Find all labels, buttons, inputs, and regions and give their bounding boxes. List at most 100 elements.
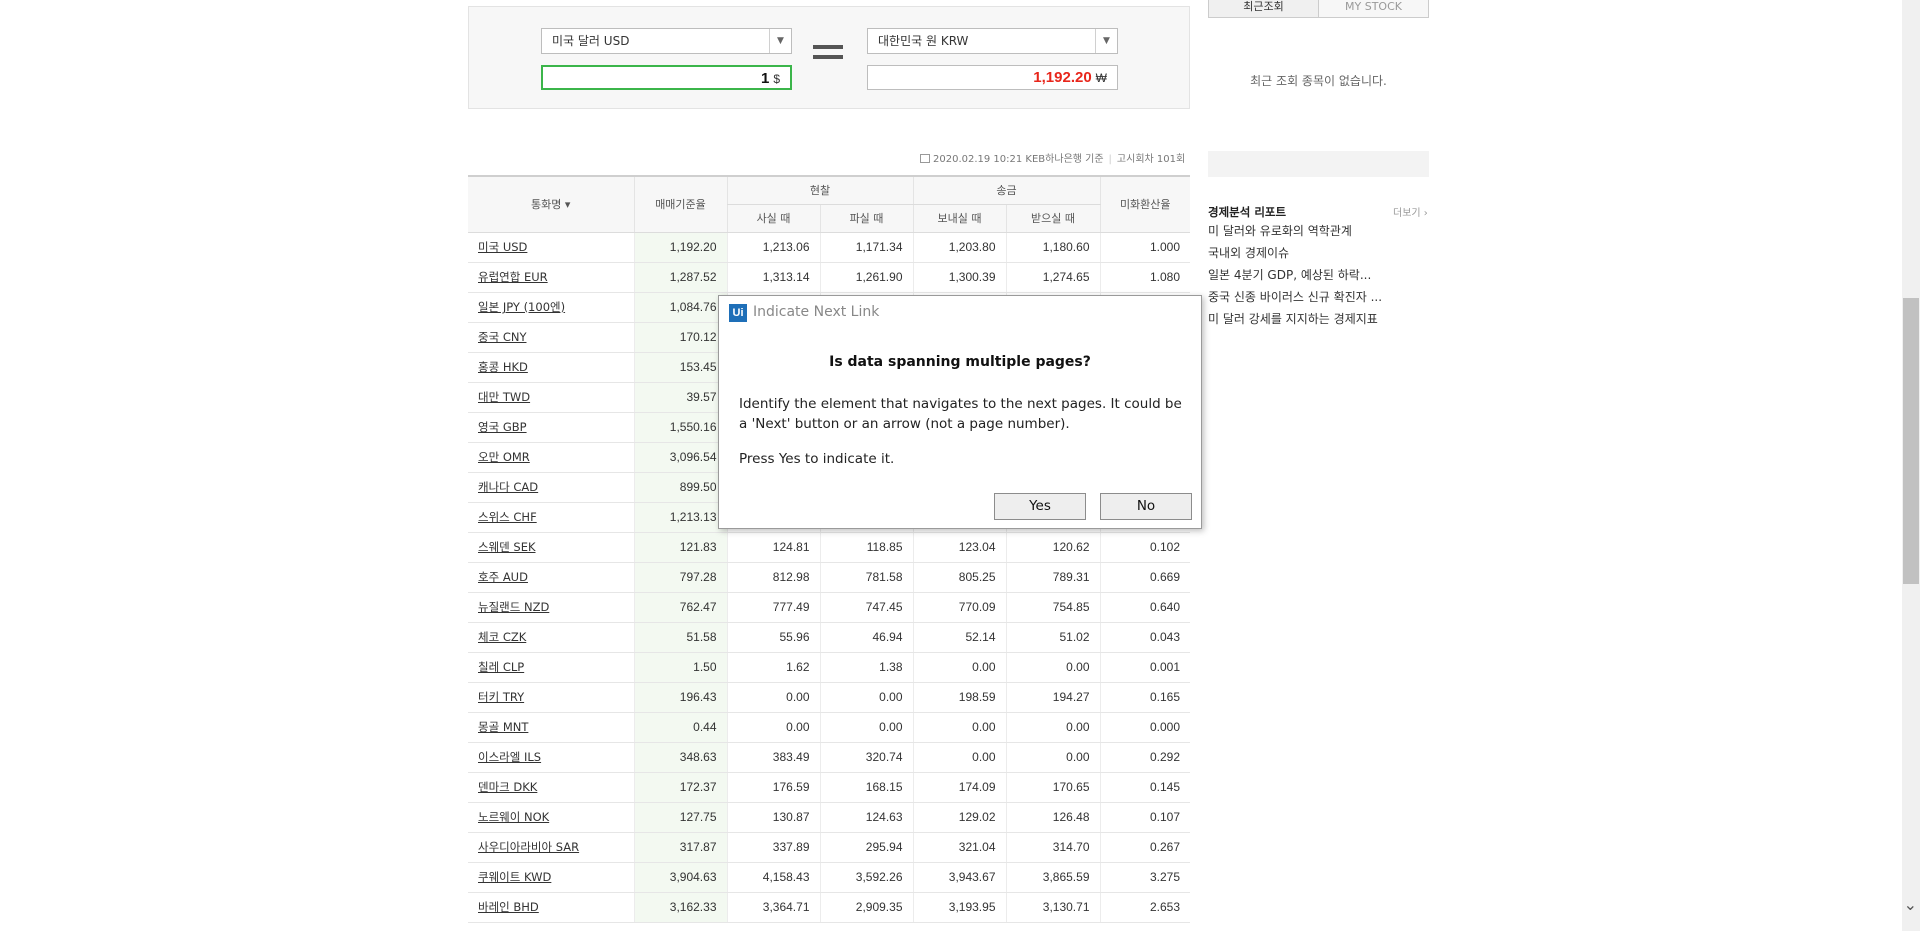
yes-button[interactable]: Yes xyxy=(994,493,1086,520)
scroll-thumb[interactable] xyxy=(1903,298,1919,584)
usd-rate-cell: 0.043 xyxy=(1099,622,1190,653)
currency-cell: 영국 GBP xyxy=(468,412,634,443)
usd-rate-cell: 0.292 xyxy=(1099,742,1190,773)
currency-name-link[interactable]: 스위스 CHF xyxy=(478,510,537,524)
currency-name-link[interactable]: 캐나다 CAD xyxy=(478,480,538,494)
send-cell: 3,943.67 xyxy=(912,862,1006,893)
cash-buy-cell: 0.00 xyxy=(726,712,820,743)
currency-name-link[interactable]: 스웨덴 SEK xyxy=(478,540,536,554)
chevron-down-icon: ▼ xyxy=(769,29,791,53)
from-currency-select[interactable]: 미국 달러 USD ▼ xyxy=(541,28,792,54)
page-scrollbar[interactable]: ⌄ xyxy=(1902,0,1920,931)
usd-rate-cell: 2.653 xyxy=(1099,892,1190,923)
from-currency-label: 미국 달러 USD xyxy=(552,34,630,48)
currency-name-link[interactable]: 사우디아라비아 SAR xyxy=(478,840,579,854)
currency-cell: 호주 AUD xyxy=(468,562,634,593)
usd-rate-cell: 0.145 xyxy=(1099,772,1190,803)
tab-recent[interactable]: 최근조회 xyxy=(1209,0,1319,17)
currency-name-link[interactable]: 일본 JPY (100엔) xyxy=(478,300,565,314)
cash-sell-cell: 168.15 xyxy=(819,772,913,803)
usd-rate-cell: 0.669 xyxy=(1099,562,1190,593)
rate-date-source: 2020.02.19 10:21 KEB하나은행 기준 xyxy=(933,154,1104,165)
currency-cell: 캐나다 CAD xyxy=(468,472,634,503)
dialog-titlebar: Ui Indicate Next Link xyxy=(719,296,1201,328)
report-item[interactable]: 미 달러와 유로화의 역학관계 xyxy=(1208,224,1382,246)
currency-name-link[interactable]: 덴마크 DKK xyxy=(478,780,537,794)
currency-name-link[interactable]: 노르웨이 NOK xyxy=(478,810,549,824)
usd-rate-cell: 0.000 xyxy=(1099,712,1190,743)
tab-my-stock[interactable]: MY STOCK xyxy=(1319,0,1428,17)
send-cell: 770.09 xyxy=(912,592,1006,623)
currency-cell: 이스라엘 ILS xyxy=(468,742,634,773)
report-item[interactable]: 일본 4분기 GDP, 예상된 하락... xyxy=(1208,268,1382,290)
receive-cell: 120.62 xyxy=(1005,532,1100,563)
equals-icon xyxy=(813,45,843,65)
receive-cell: 3,130.71 xyxy=(1005,892,1100,923)
currency-name-link[interactable]: 쿠웨이트 KWD xyxy=(478,870,551,884)
send-cell: 123.04 xyxy=(912,532,1006,563)
report-item[interactable]: 중국 신종 바이러스 신규 확진자 ... xyxy=(1208,290,1382,312)
cash-sell-header: 파실 때 xyxy=(819,203,913,233)
scroll-down-icon[interactable]: ⌄ xyxy=(1904,895,1917,914)
currency-name-link[interactable]: 오만 OMR xyxy=(478,450,530,464)
from-amount-input[interactable]: 1 $ xyxy=(541,65,792,90)
receive-cell: 0.00 xyxy=(1005,652,1100,683)
currency-name-link[interactable]: 유럽연합 EUR xyxy=(478,270,548,284)
currency-name-link[interactable]: 대만 TWD xyxy=(478,390,530,404)
table-row: 몽골 MNT 0.44 0.00 0.00 0.00 0.00 0.000 xyxy=(468,712,1190,743)
dialog-body: Identify the element that navigates to t… xyxy=(739,396,1182,432)
currency-name-link[interactable]: 영국 GBP xyxy=(478,420,527,434)
no-button[interactable]: No xyxy=(1100,493,1192,520)
currency-header[interactable]: 통화명 ▾ xyxy=(468,175,634,233)
cash-buy-cell: 55.96 xyxy=(726,622,820,653)
send-cell: 805.25 xyxy=(912,562,1006,593)
report-item[interactable]: 미 달러 강세를 지지하는 경제지표 xyxy=(1208,312,1382,334)
cash-buy-cell: 777.49 xyxy=(726,592,820,623)
currency-name-link[interactable]: 칠레 CLP xyxy=(478,660,524,674)
table-row: 칠레 CLP 1.50 1.62 1.38 0.00 0.00 0.001 xyxy=(468,652,1190,683)
send-cell: 174.09 xyxy=(912,772,1006,803)
currency-cell: 미국 USD xyxy=(468,232,634,263)
currency-cell: 바레인 BHD xyxy=(468,892,634,923)
cash-buy-cell: 130.87 xyxy=(726,802,820,833)
currency-name-link[interactable]: 홍콩 HKD xyxy=(478,360,528,374)
currency-name-link[interactable]: 체코 CZK xyxy=(478,630,526,644)
currency-name-link[interactable]: 몽골 MNT xyxy=(478,720,528,734)
currency-cell: 덴마크 DKK xyxy=(468,772,634,803)
cash-sell-cell: 1,261.90 xyxy=(819,262,913,293)
send-cell: 198.59 xyxy=(912,682,1006,713)
currency-name-link[interactable]: 뉴질랜드 NZD xyxy=(478,600,549,614)
table-row: 체코 CZK 51.58 55.96 46.94 52.14 51.02 0.043 xyxy=(468,622,1190,653)
currency-name-link[interactable]: 중국 CNY xyxy=(478,330,526,344)
cash-sell-cell: 3,592.26 xyxy=(819,862,913,893)
table-row: 덴마크 DKK 172.37 176.59 168.15 174.09 170.65 0.1… xyxy=(468,772,1190,803)
dialog-instruction: Press Yes to indicate it. xyxy=(739,451,895,467)
send-cell: 129.02 xyxy=(912,802,1006,833)
usd-rate-cell: 0.102 xyxy=(1099,532,1190,563)
cash-sell-cell: 124.63 xyxy=(819,802,913,833)
send-cell: 0.00 xyxy=(912,742,1006,773)
send-cell: 1,300.39 xyxy=(912,262,1006,293)
base-rate-cell: 348.63 xyxy=(633,742,727,773)
usd-rate-header: 미화환산율 xyxy=(1099,175,1190,233)
send-header: 보내실 때 xyxy=(912,203,1006,233)
currency-converter: 미국 달러 USD ▼ 대한민국 원 KRW ▼ 1 $ 1,192.20 ₩ xyxy=(468,6,1190,109)
to-currency-select[interactable]: 대한민국 원 KRW ▼ xyxy=(867,28,1118,54)
receive-cell: 0.00 xyxy=(1005,742,1100,773)
base-rate-cell: 1,192.20 xyxy=(633,232,727,263)
currency-name-link[interactable]: 이스라엘 ILS xyxy=(478,750,541,764)
currency-name-link[interactable]: 호주 AUD xyxy=(478,570,528,584)
send-cell: 0.00 xyxy=(912,652,1006,683)
cash-sell-cell: 0.00 xyxy=(819,712,913,743)
currency-cell: 대만 TWD xyxy=(468,382,634,413)
cash-buy-cell: 176.59 xyxy=(726,772,820,803)
currency-name-link[interactable]: 터키 TRY xyxy=(478,690,524,704)
report-item[interactable]: 국내외 경제이슈 xyxy=(1208,246,1382,268)
indicate-next-link-dialog: Ui Indicate Next Link Is data spanning m… xyxy=(718,295,1202,529)
currency-cell: 노르웨이 NOK xyxy=(468,802,634,833)
currency-name-link[interactable]: 바레인 BHD xyxy=(478,900,539,914)
report-more-link[interactable]: 더보기 › xyxy=(1393,204,1428,219)
base-rate-cell: 317.87 xyxy=(633,832,727,863)
currency-cell: 뉴질랜드 NZD xyxy=(468,592,634,623)
currency-name-link[interactable]: 미국 USD xyxy=(478,240,527,254)
